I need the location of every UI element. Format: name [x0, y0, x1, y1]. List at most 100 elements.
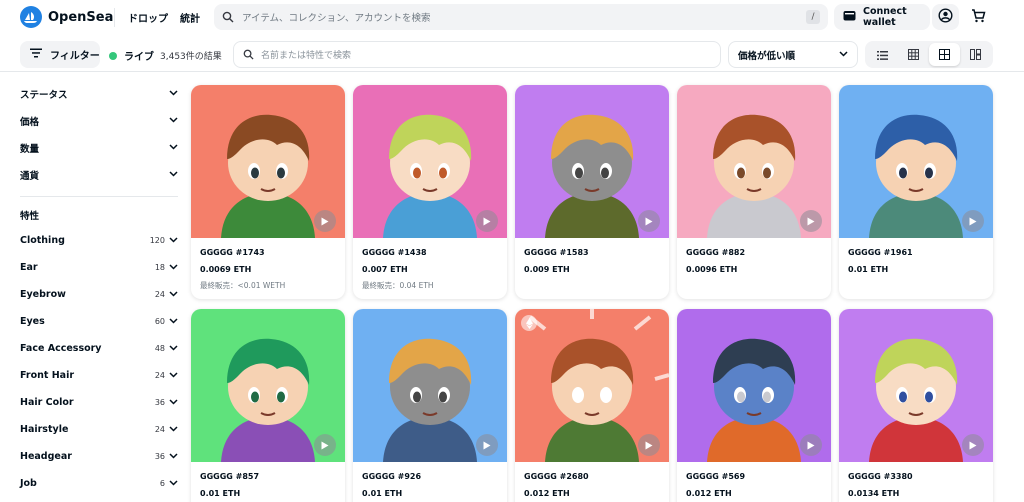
account-button[interactable] [932, 4, 959, 30]
trait-label: Clothing [20, 235, 65, 246]
list-view-button[interactable] [867, 43, 898, 66]
search-shortcut-badge: / [806, 10, 820, 24]
nft-name: GGGGG #569 [686, 472, 746, 481]
nft-card[interactable]: GGGGG #1583 0.009 ETH [515, 85, 669, 299]
chevron-down-icon [169, 370, 178, 381]
nft-name: GGGGG #882 [686, 248, 746, 257]
trait-label: Eyes [20, 316, 45, 327]
chevron-down-icon [169, 235, 178, 246]
nft-name: GGGGG #1438 [362, 248, 427, 257]
sort-label: 価格が低い順 [738, 50, 796, 62]
trait-search-input[interactable]: 名前または特性で検索 [233, 41, 721, 68]
play-icon[interactable] [476, 434, 498, 456]
detail-view-button[interactable] [960, 43, 991, 66]
connect-wallet-label: Connect wallet [863, 6, 907, 28]
nft-card[interactable]: GGGGG #1743 0.0069 ETH 最終販売：<0.01 WETH [191, 85, 345, 299]
nft-price: 0.01 ETH [200, 489, 241, 498]
play-icon[interactable] [314, 210, 336, 232]
play-icon[interactable] [476, 210, 498, 232]
sidebar-section-label: 通貨 [20, 170, 40, 182]
trait-filter-item[interactable]: Hair Color 36 [20, 389, 178, 416]
grid-small-view-button[interactable] [898, 43, 929, 66]
nft-price: 0.0096 ETH [686, 265, 738, 274]
play-icon[interactable] [314, 434, 336, 456]
sidebar-section-label: 数量 [20, 143, 40, 155]
cart-button[interactable] [962, 4, 994, 30]
logo-text: OpenSea [48, 9, 114, 25]
nft-name: GGGGG #1743 [200, 248, 265, 257]
nft-card[interactable]: GGGGG #569 0.012 ETH [677, 309, 831, 502]
trait-count: 120 [149, 236, 165, 245]
sidebar-section[interactable]: 価格 [20, 107, 178, 134]
trait-count: 24 [154, 371, 165, 380]
sidebar-section[interactable]: 数量 [20, 134, 178, 161]
filter-toggle-button[interactable]: フィルター [20, 41, 100, 68]
nft-card[interactable]: GGGGG #926 0.01 ETH [353, 309, 507, 502]
filter-sidebar: ステータス 価格数量通貨 特性 Clothing 120 Ear 18 Eyebrow 24… [20, 80, 178, 497]
trait-label: Ear [20, 262, 38, 273]
chevron-down-icon [169, 478, 178, 489]
play-icon[interactable] [962, 210, 984, 232]
nft-card[interactable]: GGGGG #2680 0.012 ETH [515, 309, 669, 502]
trait-filter-item[interactable]: Job 6 [20, 470, 178, 497]
detail-view-icon [970, 45, 981, 64]
nft-name: GGGGG #857 [200, 472, 260, 481]
trait-label: Eyebrow [20, 289, 66, 300]
nft-price: 0.0069 ETH [200, 265, 252, 274]
trait-count: 24 [154, 290, 165, 299]
traits-heading: 特性 [20, 211, 40, 222]
account-icon [938, 7, 953, 27]
chevron-down-icon [169, 397, 178, 408]
nft-name: GGGGG #1961 [848, 248, 913, 257]
top-nav: OpenSea ドロップ 統計 アイテム、コレクション、アカウントを検索 / C… [0, 0, 1024, 35]
nft-card[interactable]: GGGGG #882 0.0096 ETH [677, 85, 831, 299]
nft-card[interactable]: GGGGG #1438 0.007 ETH 最終販売：0.04 ETH [353, 85, 507, 299]
trait-filter-item[interactable]: Front Hair 24 [20, 362, 178, 389]
global-search-input[interactable]: アイテム、コレクション、アカウントを検索 / [214, 4, 828, 30]
opensea-logo[interactable]: OpenSea [20, 6, 113, 28]
nft-price: 0.012 ETH [524, 489, 570, 498]
play-icon[interactable] [800, 210, 822, 232]
play-icon[interactable] [800, 434, 822, 456]
play-icon[interactable] [962, 434, 984, 456]
chevron-down-icon [169, 142, 178, 153]
nft-price: 0.009 ETH [524, 265, 570, 274]
trait-filter-item[interactable]: Headgear 36 [20, 443, 178, 470]
list-view-icon [877, 45, 888, 64]
chevron-down-icon [169, 424, 178, 435]
sidebar-section[interactable]: 通貨 [20, 161, 178, 188]
play-icon[interactable] [638, 210, 660, 232]
nav-divider [114, 8, 115, 27]
grid-large-view-button[interactable] [929, 43, 960, 66]
filter-bar: フィルター ライブ 3,453件の結果 名前または特性で検索 価格が低い順 [0, 38, 1024, 72]
play-icon[interactable] [638, 434, 660, 456]
trait-filter-item[interactable]: Eyebrow 24 [20, 281, 178, 308]
trait-label: Hair Color [20, 397, 74, 408]
chevron-down-icon [169, 262, 178, 273]
nft-price: 0.0134 ETH [848, 489, 900, 498]
trait-count: 36 [154, 398, 165, 407]
nft-price: 0.01 ETH [848, 265, 889, 274]
filter-icon [30, 48, 42, 61]
nft-card[interactable]: GGGGG #3380 0.0134 ETH [839, 309, 993, 502]
sidebar-section[interactable]: ステータス [20, 80, 178, 107]
connect-wallet-button[interactable]: Connect wallet [834, 4, 930, 30]
trait-search-placeholder: 名前または特性で検索 [261, 51, 352, 61]
trait-filter-item[interactable]: Hairstyle 24 [20, 416, 178, 443]
trait-count: 60 [154, 317, 165, 326]
nft-card[interactable]: GGGGG #857 0.01 ETH [191, 309, 345, 502]
live-label: ライブ [124, 52, 154, 63]
nav-stats[interactable]: 統計 [180, 10, 200, 25]
sort-dropdown[interactable]: 価格が低い順 [728, 41, 858, 68]
trait-label: Face Accessory [20, 343, 102, 354]
nav-drops[interactable]: ドロップ [128, 10, 168, 25]
trait-filter-item[interactable]: Face Accessory 48 [20, 335, 178, 362]
trait-filter-item[interactable]: Ear 18 [20, 254, 178, 281]
cart-icon [971, 8, 986, 27]
nft-card[interactable]: GGGGG #1961 0.01 ETH [839, 85, 993, 299]
trait-filter-item[interactable]: Eyes 60 [20, 308, 178, 335]
trait-filter-item[interactable]: Clothing 120 [20, 227, 178, 254]
nft-last-sale: 最終販売：0.04 ETH [362, 281, 434, 290]
nft-price: 0.007 ETH [362, 265, 408, 274]
filter-label: フィルター [50, 51, 100, 62]
